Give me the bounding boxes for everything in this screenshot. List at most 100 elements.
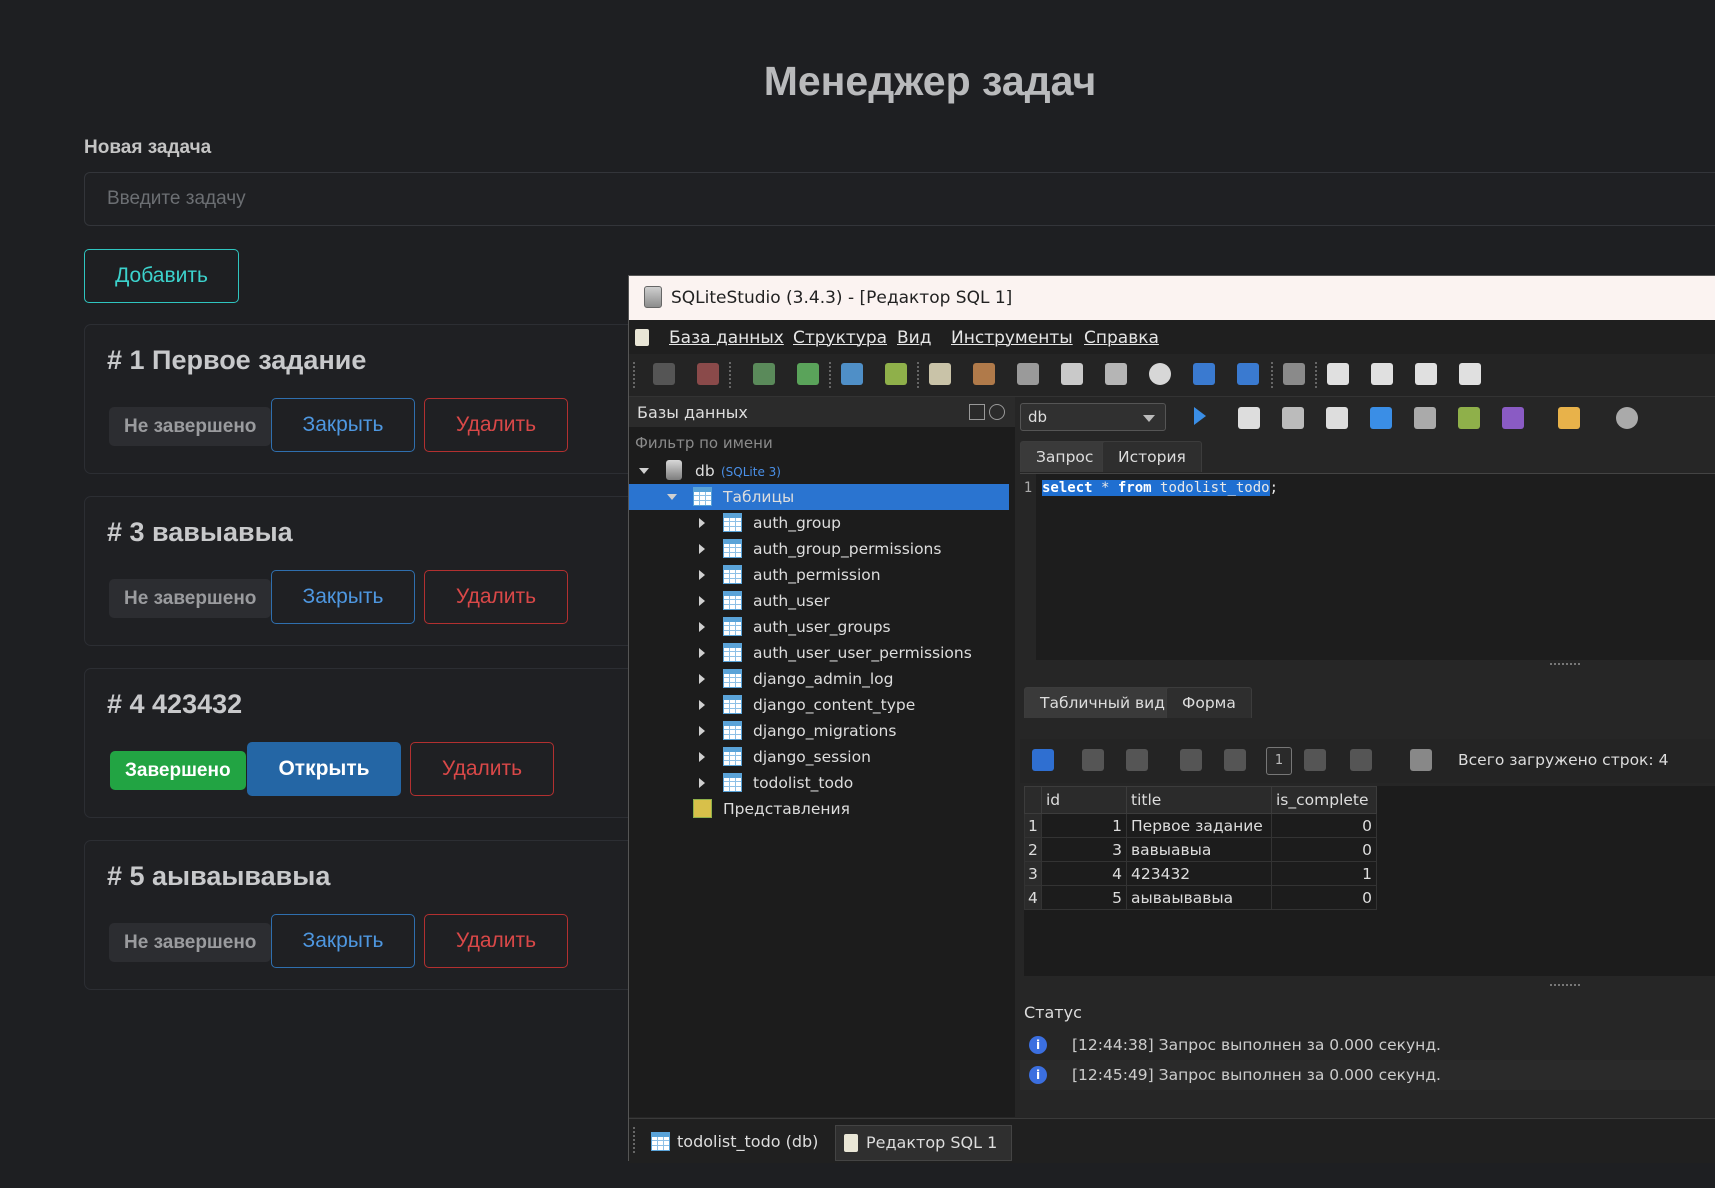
window-tab-sql-editor[interactable]: Редактор SQL 1 bbox=[835, 1125, 1013, 1161]
tile-vertical-icon[interactable] bbox=[1371, 363, 1393, 385]
column-header[interactable]: is_complete bbox=[1271, 786, 1377, 814]
delete-task-button[interactable]: Удалить bbox=[424, 914, 568, 968]
extension-icon[interactable] bbox=[1149, 363, 1171, 385]
filter-input[interactable] bbox=[631, 430, 1011, 456]
tree-table-item[interactable]: todolist_todo bbox=[629, 770, 1009, 796]
add-database-icon[interactable] bbox=[753, 363, 775, 385]
cell-title[interactable]: аываывавыа bbox=[1126, 885, 1272, 910]
open-task-button[interactable]: Открыть bbox=[247, 742, 401, 796]
window-titlebar[interactable]: SQLiteStudio (3.4.3) - [Редактор SQL 1] bbox=[629, 276, 1715, 320]
tree-table-item[interactable]: django_migrations bbox=[629, 718, 1009, 744]
sql-code[interactable]: select * from todolist_todo; bbox=[1042, 480, 1278, 496]
database-select[interactable]: db bbox=[1020, 403, 1166, 431]
tab-query[interactable]: Запрос bbox=[1020, 441, 1110, 472]
delete-task-button[interactable]: Удалить bbox=[424, 398, 568, 452]
chevron-right-icon[interactable] bbox=[699, 570, 705, 580]
tree-table-item[interactable]: auth_user_user_permissions bbox=[629, 640, 1009, 666]
close-icon[interactable] bbox=[989, 404, 1005, 420]
sql-editor[interactable]: 1 select * from todolist_todo; bbox=[1020, 473, 1715, 660]
tree-db-node[interactable]: db (SQLite 3) bbox=[629, 458, 1009, 484]
menu-tools[interactable]: Инструменты bbox=[951, 328, 1073, 348]
cell-is-complete[interactable]: 1 bbox=[1271, 861, 1377, 886]
menu-help[interactable]: Справка bbox=[1084, 328, 1159, 348]
splitter-handle[interactable] bbox=[1550, 663, 1580, 668]
tree-table-item[interactable]: auth_group bbox=[629, 510, 1009, 536]
window-tab-table[interactable]: todolist_todo (db) bbox=[647, 1125, 832, 1159]
refresh-icon[interactable] bbox=[1032, 749, 1054, 771]
chevron-right-icon[interactable] bbox=[699, 622, 705, 632]
table-row[interactable]: 2 3 вавыавыа 0 bbox=[1024, 837, 1377, 862]
tree-table-item[interactable]: auth_user bbox=[629, 588, 1009, 614]
create-table-icon[interactable] bbox=[841, 363, 863, 385]
chevron-right-icon[interactable] bbox=[699, 752, 705, 762]
chevron-right-icon[interactable] bbox=[699, 648, 705, 658]
expand-icon[interactable] bbox=[1237, 363, 1259, 385]
cascade-windows-icon[interactable] bbox=[1459, 363, 1481, 385]
cell-id[interactable]: 3 bbox=[1041, 837, 1127, 862]
tile-windows-icon[interactable] bbox=[1327, 363, 1349, 385]
tree-table-item[interactable]: auth_permission bbox=[629, 562, 1009, 588]
float-panel-icon[interactable] bbox=[969, 404, 985, 420]
chevron-right-icon[interactable] bbox=[699, 700, 705, 710]
export-results-icon[interactable] bbox=[1458, 407, 1480, 429]
execute-all-icon[interactable] bbox=[1370, 407, 1392, 429]
tree-tables-node[interactable]: Таблицы bbox=[629, 484, 1009, 510]
menu-structure[interactable]: Структура bbox=[793, 328, 887, 348]
tree-table-item[interactable]: django_admin_log bbox=[629, 666, 1009, 692]
chevron-down-icon[interactable] bbox=[639, 468, 649, 474]
splitter-handle[interactable] bbox=[1550, 984, 1580, 989]
disconnect-icon[interactable] bbox=[697, 363, 719, 385]
collation-icon[interactable] bbox=[1105, 363, 1127, 385]
open-file-icon[interactable] bbox=[1558, 407, 1580, 429]
new-task-input[interactable] bbox=[84, 172, 1715, 226]
cell-is-complete[interactable]: 0 bbox=[1271, 885, 1377, 910]
cell-id[interactable]: 5 bbox=[1041, 885, 1127, 910]
print-icon[interactable] bbox=[1410, 749, 1432, 771]
add-task-button[interactable]: Добавить bbox=[84, 249, 239, 303]
tree-table-item[interactable]: django_session bbox=[629, 744, 1009, 770]
import-icon[interactable] bbox=[973, 363, 995, 385]
tile-horizontal-icon[interactable] bbox=[1415, 363, 1437, 385]
table-row[interactable]: 1 1 Первое задание 0 bbox=[1024, 813, 1377, 838]
page-number[interactable]: 1 bbox=[1266, 747, 1292, 775]
close-task-button[interactable]: Закрыть bbox=[271, 398, 415, 452]
connect-icon[interactable] bbox=[653, 363, 675, 385]
last-page-icon[interactable] bbox=[1350, 749, 1372, 771]
refresh-database-icon[interactable] bbox=[797, 363, 819, 385]
chevron-right-icon[interactable] bbox=[699, 778, 705, 788]
tab-history[interactable]: История bbox=[1102, 441, 1202, 472]
delete-task-button[interactable]: Удалить bbox=[424, 570, 568, 624]
column-header[interactable]: id bbox=[1041, 786, 1127, 814]
close-task-button[interactable]: Закрыть bbox=[271, 570, 415, 624]
previous-page-icon[interactable] bbox=[1224, 749, 1246, 771]
chevron-right-icon[interactable] bbox=[699, 596, 705, 606]
tab-grid-view[interactable]: Табличный вид bbox=[1024, 687, 1181, 718]
tree-table-item[interactable]: django_content_type bbox=[629, 692, 1009, 718]
chevron-right-icon[interactable] bbox=[699, 544, 705, 554]
chevron-right-icon[interactable] bbox=[699, 674, 705, 684]
chevron-right-icon[interactable] bbox=[699, 518, 705, 528]
menu-database[interactable]: База данных bbox=[669, 328, 784, 348]
format-sql-icon[interactable] bbox=[1282, 407, 1304, 429]
next-page-icon[interactable] bbox=[1304, 749, 1326, 771]
document-icon[interactable] bbox=[635, 329, 649, 346]
close-task-button[interactable]: Закрыть bbox=[271, 914, 415, 968]
tab-form-view[interactable]: Форма bbox=[1166, 687, 1252, 718]
column-header[interactable]: title bbox=[1126, 786, 1272, 814]
tree-table-item[interactable]: auth_user_groups bbox=[629, 614, 1009, 640]
edit-table-icon[interactable] bbox=[885, 363, 907, 385]
execute-query-icon[interactable] bbox=[1194, 407, 1206, 425]
save-icon[interactable] bbox=[1502, 407, 1524, 429]
chevron-down-icon[interactable] bbox=[667, 494, 677, 500]
cell-is-complete[interactable]: 0 bbox=[1271, 813, 1377, 838]
delete-task-button[interactable]: Удалить bbox=[410, 742, 554, 796]
export-icon[interactable] bbox=[1017, 363, 1039, 385]
explain-query-icon[interactable] bbox=[1238, 407, 1260, 429]
sql-editor-icon[interactable] bbox=[929, 363, 951, 385]
tree-table-item[interactable]: auth_group_permissions bbox=[629, 536, 1009, 562]
menu-view[interactable]: Вид bbox=[897, 328, 931, 348]
cell-id[interactable]: 4 bbox=[1041, 861, 1127, 886]
collapse-icon[interactable] bbox=[1193, 363, 1215, 385]
tree-views-node[interactable]: Представления bbox=[629, 796, 1009, 822]
cell-title[interactable]: Первое задание bbox=[1126, 813, 1272, 838]
